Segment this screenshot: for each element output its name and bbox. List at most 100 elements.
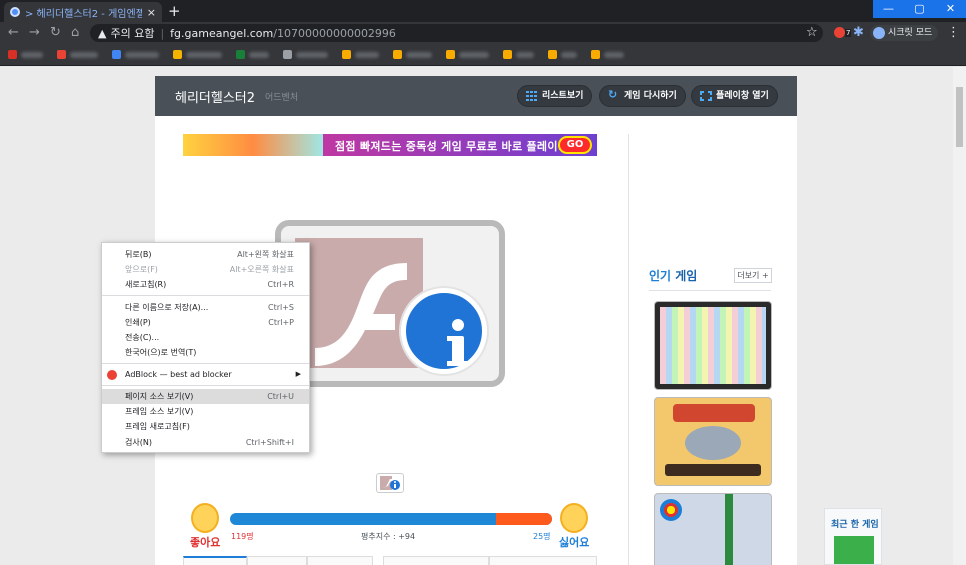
info-tab[interactable] xyxy=(247,556,307,565)
menu-item-label: 인쇄(P) xyxy=(125,318,151,327)
back-arrow-icon[interactable]: ← xyxy=(8,25,19,41)
like-count: 119명 xyxy=(231,532,254,541)
url-host: fg.gameangel.com xyxy=(170,26,274,40)
popular-game-thumbnail[interactable] xyxy=(654,493,772,565)
menu-item-back[interactable]: 뒤로(B) Alt+왼쪽 화살표 xyxy=(102,247,309,262)
bookmark-item[interactable] xyxy=(173,50,222,59)
menu-item-label: AdBlock — best ad blocker xyxy=(125,370,232,379)
popular-game-thumbnail[interactable] xyxy=(654,397,772,486)
bookmark-item[interactable] xyxy=(57,50,98,59)
maximize-icon[interactable]: ▢ xyxy=(904,0,935,18)
open-play-window-button[interactable]: 플레이창 열기 xyxy=(691,85,778,107)
popular-games-title: 인기 게임 xyxy=(649,267,697,284)
menu-kebab-icon[interactable]: ⋮ xyxy=(947,25,960,41)
bookmark-item[interactable] xyxy=(446,50,489,59)
menu-separator xyxy=(102,385,309,386)
warning-triangle-icon: ▲ xyxy=(98,26,107,40)
star-bookmark-icon[interactable]: ☆ xyxy=(806,25,818,41)
extensions-puzzle-icon[interactable]: ✱ xyxy=(853,25,864,41)
new-tab-button[interactable]: + xyxy=(168,2,181,20)
dislike-ratio-fill xyxy=(495,513,552,525)
bookmark-item[interactable] xyxy=(8,50,43,59)
incognito-label: 시크릿 모드 xyxy=(888,28,933,38)
menu-item-label: 다른 이름으로 저장(A)... xyxy=(125,303,209,312)
dislike-label[interactable]: 싫어요 xyxy=(559,534,589,550)
incognito-icon xyxy=(873,27,885,39)
restart-game-button[interactable]: ↻ 게임 다시하기 xyxy=(599,85,686,107)
like-face-icon[interactable] xyxy=(191,503,219,533)
extension-opera-icon[interactable]: 7 xyxy=(834,25,852,41)
game-header: 헤리더헬스터2 어드벤처 리스트보기 ↻ 게임 다시하기 플레이창 열기 xyxy=(155,76,797,116)
open-play-window-label: 플레이창 열기 xyxy=(716,91,769,101)
info-icon xyxy=(401,288,487,374)
ad-banner[interactable]: 점점 빠져드는 중독성 게임 무료로 바로 플레이! GO xyxy=(183,134,597,156)
banner-go-button[interactable]: GO xyxy=(558,136,592,154)
recent-games-title: 최근 한 게임 xyxy=(831,520,879,530)
menu-separator xyxy=(102,295,309,296)
address-bar[interactable]: ▲ 주의 요함 | fg.gameangel.com /107000000000… xyxy=(90,24,823,42)
popular-game-thumbnail[interactable] xyxy=(654,301,772,390)
info-tab[interactable] xyxy=(183,556,247,565)
menu-item-print[interactable]: 인쇄(P) Ctrl+P xyxy=(102,315,309,330)
menu-item-reload-frame[interactable]: 프레임 새로고침(F) xyxy=(102,419,309,434)
bookmark-item[interactable] xyxy=(342,50,379,59)
menu-item-cast[interactable]: 전송(C)... xyxy=(102,330,309,345)
info-tab[interactable] xyxy=(307,556,373,565)
tab-close-icon[interactable]: × xyxy=(147,6,156,19)
home-icon[interactable]: ⌂ xyxy=(71,25,79,41)
security-status: 주의 요함 xyxy=(110,27,155,40)
recent-games-box[interactable]: 최근 한 게임 xyxy=(824,508,882,565)
minimize-icon[interactable]: — xyxy=(873,0,904,18)
tab-title: > 헤리더헬스터2 - 게임엔젤 게 xyxy=(25,8,142,20)
menu-item-reload[interactable]: 새로고침(R) Ctrl+R xyxy=(102,277,309,292)
browser-title-bar: > 헤리더헬스터2 - 게임엔젤 게 × + — ▢ ✕ xyxy=(0,0,966,22)
forward-arrow-icon[interactable]: → xyxy=(29,25,40,41)
menu-item-adblock[interactable]: AdBlock — best ad blocker ▶ xyxy=(102,367,309,382)
bookmarks-bar xyxy=(0,44,966,66)
bookmark-item[interactable] xyxy=(503,50,534,59)
like-label[interactable]: 좋아요 xyxy=(190,534,220,550)
menu-item-shortcut: Ctrl+S xyxy=(267,303,294,312)
menu-item-translate[interactable]: 한국어(으)로 번역(T) xyxy=(102,345,309,360)
menu-item-forward[interactable]: 앞으로(F) Alt+오른쪽 화살표 xyxy=(102,262,309,277)
menu-item-label: 전송(C)... xyxy=(125,333,160,342)
more-button[interactable]: 더보기 + xyxy=(734,268,772,283)
context-menu: 뒤로(B) Alt+왼쪽 화살표 앞으로(F) Alt+오른쪽 화살표 새로고침(R… xyxy=(101,242,310,453)
bookmark-item[interactable] xyxy=(393,50,432,59)
reload-icon[interactable]: ↻ xyxy=(50,25,61,41)
bookmark-item[interactable] xyxy=(283,50,328,59)
menu-item-label: 앞으로(F) xyxy=(125,265,158,274)
menu-item-view-source[interactable]: 페이지 소스 보기(V) Ctrl+U xyxy=(102,389,309,404)
menu-item-inspect[interactable]: 검사(N) Ctrl+Shift+I xyxy=(102,435,309,450)
small-flash-info-icon[interactable] xyxy=(376,473,404,493)
window-close-icon[interactable]: ✕ xyxy=(935,0,966,18)
dislike-face-icon[interactable] xyxy=(560,503,588,533)
grid-icon xyxy=(526,91,537,101)
menu-item-save-as[interactable]: 다른 이름으로 저장(A)... Ctrl+S xyxy=(102,300,309,315)
adblock-icon xyxy=(107,370,117,380)
page-scrollbar[interactable] xyxy=(953,67,966,565)
menu-item-view-frame-source[interactable]: 프레임 소스 보기(V) xyxy=(102,404,309,419)
bookmark-item[interactable] xyxy=(591,50,624,59)
bookmark-item[interactable] xyxy=(236,50,269,59)
banner-artwork xyxy=(183,134,323,156)
info-tabs xyxy=(183,556,603,565)
list-view-button[interactable]: 리스트보기 xyxy=(517,85,593,107)
bookmark-item[interactable] xyxy=(112,50,159,59)
incognito-indicator[interactable]: 시크릿 모드 xyxy=(870,25,939,41)
menu-item-label: 프레임 새로고침(F) xyxy=(125,422,190,431)
info-tab[interactable] xyxy=(489,556,597,565)
dislike-count: 25명 xyxy=(533,532,551,541)
browser-toolbar: ← → ↻ ⌂ ▲ 주의 요함 | fg.gameangel.com /1070… xyxy=(0,22,966,44)
browser-tab[interactable]: > 헤리더헬스터2 - 게임엔젤 게 × xyxy=(4,2,162,22)
menu-item-shortcut: Alt+왼쪽 화살표 xyxy=(237,250,294,259)
popular-divider xyxy=(649,290,771,291)
recent-game-thumbnail[interactable] xyxy=(834,536,874,564)
menu-item-label: 검사(N) xyxy=(125,438,152,447)
url-path: /10700000000002996 xyxy=(273,26,396,40)
refresh-icon: ↻ xyxy=(608,88,618,101)
scrollbar-thumb[interactable] xyxy=(956,87,963,147)
bookmark-item[interactable] xyxy=(548,50,577,59)
info-tab[interactable] xyxy=(383,556,489,565)
popular-title-highlight: 인기 xyxy=(649,269,672,283)
